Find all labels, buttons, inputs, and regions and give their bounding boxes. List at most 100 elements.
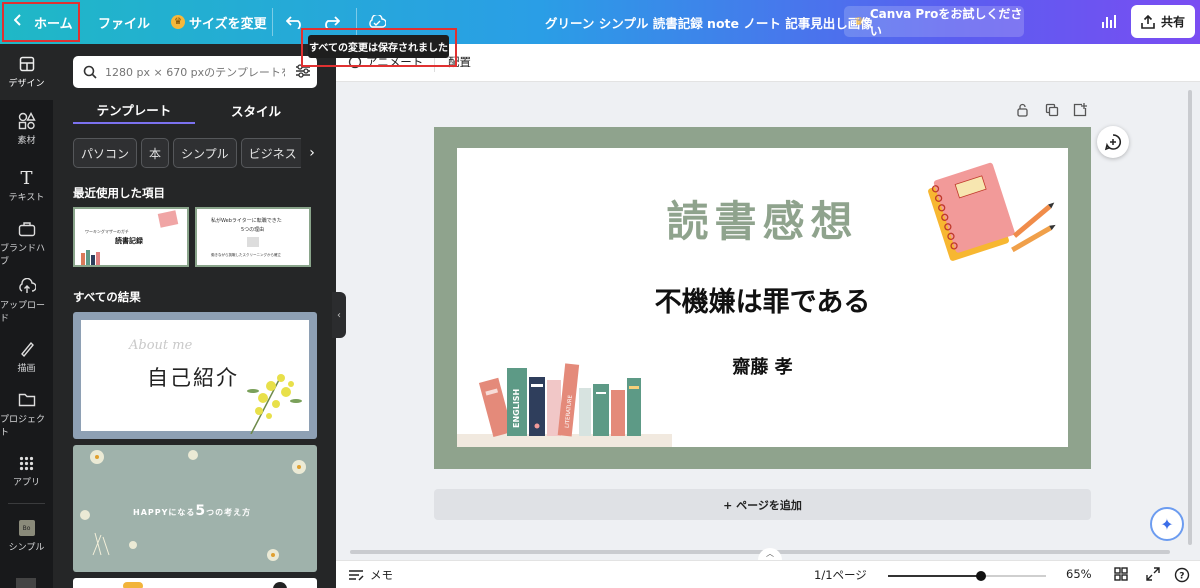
notes-label: メモ: [370, 568, 393, 582]
design-icon: [18, 55, 36, 73]
notes-icon: [349, 570, 364, 581]
chevron-right-icon[interactable]: ›: [301, 138, 323, 168]
all-results-heading: すべての結果: [73, 290, 141, 304]
rail-more-icon[interactable]: [16, 578, 36, 588]
share-label: 共有: [1160, 15, 1185, 29]
bar-chart-icon: [1102, 22, 1104, 28]
add-page-icon: [1073, 103, 1087, 117]
result-template-2[interactable]: HAPPYになる5つの考え方: [73, 445, 317, 572]
notes-button[interactable]: メモ: [348, 567, 393, 583]
share-icon: [1141, 14, 1155, 29]
slide-page[interactable]: 読書感想 不機嫌は罪である 齋藤 孝 ENGLISH LITERATURE: [434, 127, 1091, 469]
document-title-text: グリーン シンプル 読書記録 note ノート 記事見出し画像: [545, 15, 873, 31]
lock-icon: [1017, 103, 1028, 117]
chip-pc[interactable]: パソコン: [73, 138, 138, 168]
search-input[interactable]: [105, 65, 285, 79]
rail-label: 素材: [17, 136, 36, 146]
home-button[interactable]: ホーム: [2, 2, 80, 42]
notebooks-illustration[interactable]: [907, 148, 1057, 266]
rail-label: 描画: [17, 364, 36, 374]
collapse-panel-button[interactable]: ‹: [332, 292, 346, 338]
fullscreen-button[interactable]: [1146, 567, 1160, 584]
rail-label: テキスト: [8, 193, 45, 203]
recent-line: 働きながら挑戦したスクリーニングから確立: [211, 253, 281, 257]
add-page-icon-button[interactable]: [1073, 103, 1087, 121]
notebook-illustration: [157, 210, 179, 228]
zoom-slider-knob[interactable]: [976, 571, 986, 581]
grid-view-button[interactable]: [1114, 567, 1128, 584]
lock-page-button[interactable]: [1016, 103, 1029, 121]
resize-label: サイズを変更: [189, 16, 267, 32]
books-illustration[interactable]: ENGLISH LITERATURE: [457, 344, 672, 447]
rail-item-simple[interactable]: Bo シンプル: [0, 508, 53, 564]
recent-template-2[interactable]: 私がWebライターに転職できた 5つの理由 働きながら挑戦したスクリーニングから…: [195, 207, 311, 267]
rail-label: プロジェクト: [0, 414, 46, 438]
rail-label: アップロード: [0, 300, 46, 324]
rail-item-draw[interactable]: 描画: [0, 329, 53, 385]
panel-tabs: テンプレート スタイル: [73, 96, 317, 126]
rail-label: ブランドハブ: [0, 243, 46, 267]
undo-icon: [286, 16, 301, 29]
result-template-3[interactable]: [73, 578, 317, 588]
slide-subtitle[interactable]: 不機嫌は罪である: [457, 280, 1068, 319]
rail-item-text[interactable]: T テキスト: [0, 158, 53, 214]
rail-item-design[interactable]: デザイン: [0, 44, 53, 100]
context-toolbar: アニメート 配置: [336, 44, 1200, 82]
simple-icon: Bo: [18, 519, 36, 537]
result-template-1[interactable]: About me 自己紹介: [73, 312, 317, 439]
duplicate-icon: [1045, 103, 1059, 117]
template-search[interactable]: [73, 56, 317, 88]
file-menu[interactable]: ファイル: [98, 0, 150, 44]
duplicate-page-button[interactable]: [1045, 103, 1059, 121]
result-title-suffix: つの考え方: [206, 508, 252, 517]
folder-icon: [18, 391, 36, 409]
divider: [8, 503, 45, 504]
upload-icon: [18, 277, 36, 295]
add-page-button[interactable]: + ページを追加: [434, 489, 1091, 520]
help-icon: ?: [1174, 567, 1190, 583]
tab-templates[interactable]: テンプレート: [73, 96, 195, 124]
crown-icon: ♛: [854, 15, 864, 28]
recent-template-1[interactable]: ワーキングマザーのガチ 読書記録: [73, 207, 189, 267]
text-icon: T: [20, 167, 33, 189]
result-card: About me 自己紹介: [81, 320, 311, 435]
insights-button[interactable]: [1094, 6, 1124, 37]
rail-item-upload[interactable]: アップロード: [0, 272, 53, 328]
elements-icon: [18, 112, 36, 130]
help-button[interactable]: ?: [1174, 567, 1190, 586]
document-title[interactable]: グリーン シンプル 読書記録 note ノート 記事見出し画像: [545, 0, 873, 44]
chip-book[interactable]: 本: [141, 138, 170, 168]
rail-item-apps[interactable]: アプリ: [0, 443, 53, 499]
chip-business[interactable]: ビジネス: [240, 138, 305, 168]
comment-plus-icon: [1104, 134, 1122, 151]
vertical-scrollbar[interactable]: [1186, 90, 1194, 550]
result-title: HAPPYになる5つの考え方: [133, 503, 251, 519]
resize-button[interactable]: ♛ サイズを変更: [171, 0, 267, 44]
crown-icon: ♛: [171, 15, 185, 29]
page-indicator[interactable]: 1/1ページ: [814, 567, 867, 583]
add-comment-button[interactable]: [1097, 126, 1129, 158]
mimosa-illustration: [241, 356, 311, 435]
search-icon: [83, 65, 97, 79]
rail-label: シンプル: [8, 543, 45, 553]
zoom-slider-fill: [888, 575, 981, 577]
chevron-up-icon: ︿: [766, 549, 774, 558]
chevron-left-icon: [13, 14, 22, 30]
brand-icon: [18, 220, 36, 238]
recent-line: 5つの理由: [241, 227, 265, 233]
recent-heading: 最近使用した項目: [73, 186, 165, 200]
rail-item-projects[interactable]: プロジェクト: [0, 386, 53, 442]
magic-assistant-button[interactable]: ✦: [1150, 507, 1184, 541]
top-bar: ホーム ファイル ♛ サイズを変更 グリーン シンプル 読書記録 note ノー…: [0, 0, 1200, 44]
file-label: ファイル: [98, 16, 151, 32]
cloud-check-icon: [369, 15, 386, 28]
rail-item-elements[interactable]: 素材: [0, 101, 53, 157]
share-button[interactable]: 共有: [1131, 5, 1195, 38]
zoom-slider[interactable]: [888, 571, 1046, 581]
rail-item-brand[interactable]: ブランドハブ: [0, 215, 53, 271]
try-pro-button[interactable]: ♛ Canva Proをお試しください: [844, 6, 1024, 38]
tooltip-arrow: [378, 35, 390, 41]
tab-styles[interactable]: スタイル: [195, 96, 317, 124]
zoom-level[interactable]: 65%: [1066, 567, 1092, 581]
chip-simple[interactable]: シンプル: [173, 138, 237, 168]
